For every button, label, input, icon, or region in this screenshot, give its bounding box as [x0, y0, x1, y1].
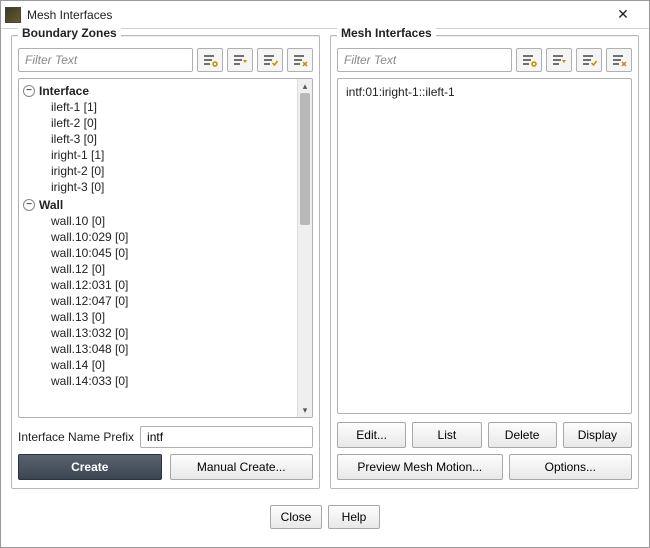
help-button[interactable]: Help [328, 505, 380, 529]
boundary-zones-list[interactable]: −Interfaceileft-1 [1]ileft-2 [0]ileft-3 … [18, 78, 313, 418]
prefix-input[interactable] [140, 426, 313, 448]
edit-button[interactable]: Edit... [337, 422, 406, 448]
collapse-icon[interactable]: − [23, 85, 35, 97]
close-dialog-button[interactable]: Close [270, 505, 322, 529]
filter-toggle-button[interactable] [227, 48, 253, 72]
right-actions-row-1: Edit... List Delete Display [337, 422, 632, 448]
tree-item[interactable]: wall.10:045 [0] [21, 245, 295, 261]
left-button-row: Create Manual Create... [18, 454, 313, 480]
sort-toggle-icon [202, 53, 218, 67]
list-button[interactable]: List [412, 422, 481, 448]
tree-item[interactable]: ileft-1 [1] [21, 99, 295, 115]
select-all-icon [581, 53, 597, 67]
mesh-interfaces-label: Mesh Interfaces [337, 26, 436, 40]
tree-item[interactable]: wall.10 [0] [21, 213, 295, 229]
sort-toggle-icon [521, 53, 537, 67]
deselect-all-icon [292, 53, 308, 67]
mesh-interfaces-pane: Mesh Interfaces intf:01:iright-1::ileft-… [330, 35, 639, 489]
scrollbar[interactable]: ▴ ▾ [297, 79, 312, 417]
deselect-all-button[interactable] [287, 48, 313, 72]
filter-toggle-icon [551, 53, 567, 67]
filter-toggle-icon [232, 53, 248, 67]
deselect-all-button[interactable] [606, 48, 632, 72]
tree-item[interactable]: wall.14:033 [0] [21, 373, 295, 389]
manual-create-button[interactable]: Manual Create... [170, 454, 314, 480]
titlebar: Mesh Interfaces ✕ [1, 1, 649, 29]
create-button[interactable]: Create [18, 454, 162, 480]
close-icon: ✕ [617, 6, 629, 23]
tree-item[interactable]: wall.13:048 [0] [21, 341, 295, 357]
tree-item[interactable]: ileft-2 [0] [21, 115, 295, 131]
boundary-filter-input[interactable] [18, 48, 193, 72]
boundary-filter-row [18, 48, 313, 72]
tree-item[interactable]: wall.14 [0] [21, 357, 295, 373]
tree-item[interactable]: wall.13:032 [0] [21, 325, 295, 341]
tree-group-header[interactable]: −Wall [21, 197, 295, 213]
tree-item[interactable]: wall.12 [0] [21, 261, 295, 277]
app-icon [5, 7, 21, 23]
tree-group-header[interactable]: −Interface [21, 83, 295, 99]
tree-item[interactable]: wall.13 [0] [21, 309, 295, 325]
scroll-down-arrow[interactable]: ▾ [298, 403, 312, 417]
boundary-zones-pane: Boundary Zones −Interfaceileft-1 [1]ilef… [11, 35, 320, 489]
scroll-up-arrow[interactable]: ▴ [298, 79, 312, 93]
boundary-zones-label: Boundary Zones [18, 26, 121, 40]
deselect-all-icon [611, 53, 627, 67]
tree-group-label: Wall [39, 198, 63, 212]
collapse-icon[interactable]: − [23, 199, 35, 211]
tree-item[interactable]: iright-1 [1] [21, 147, 295, 163]
prefix-label: Interface Name Prefix [18, 430, 134, 444]
filter-toggle-button[interactable] [546, 48, 572, 72]
prefix-row: Interface Name Prefix [18, 426, 313, 448]
tree-item[interactable]: iright-2 [0] [21, 163, 295, 179]
interfaces-filter-row [337, 48, 632, 72]
options-button[interactable]: Options... [509, 454, 632, 480]
sort-toggle-button[interactable] [197, 48, 223, 72]
select-all-button[interactable] [576, 48, 602, 72]
close-button[interactable]: ✕ [605, 4, 641, 26]
preview-mesh-motion-button[interactable]: Preview Mesh Motion... [337, 454, 503, 480]
select-all-button[interactable] [257, 48, 283, 72]
tree-group-label: Interface [39, 84, 89, 98]
tree-item[interactable]: wall.10:029 [0] [21, 229, 295, 245]
sort-toggle-button[interactable] [516, 48, 542, 72]
window-title: Mesh Interfaces [27, 8, 605, 22]
tree-item[interactable]: iright-3 [0] [21, 179, 295, 195]
dialog-footer: Close Help [1, 495, 649, 539]
interfaces-filter-input[interactable] [337, 48, 512, 72]
display-button[interactable]: Display [563, 422, 632, 448]
tree-item[interactable]: wall.12:047 [0] [21, 293, 295, 309]
tree-item[interactable]: ileft-3 [0] [21, 131, 295, 147]
mesh-interfaces-list[interactable]: intf:01:iright-1::ileft-1 [337, 78, 632, 414]
delete-button[interactable]: Delete [488, 422, 557, 448]
list-item[interactable]: intf:01:iright-1::ileft-1 [340, 83, 629, 101]
right-actions-row-2: Preview Mesh Motion... Options... [337, 454, 632, 480]
tree-item[interactable]: wall.12:031 [0] [21, 277, 295, 293]
select-all-icon [262, 53, 278, 67]
scroll-thumb[interactable] [300, 93, 310, 225]
